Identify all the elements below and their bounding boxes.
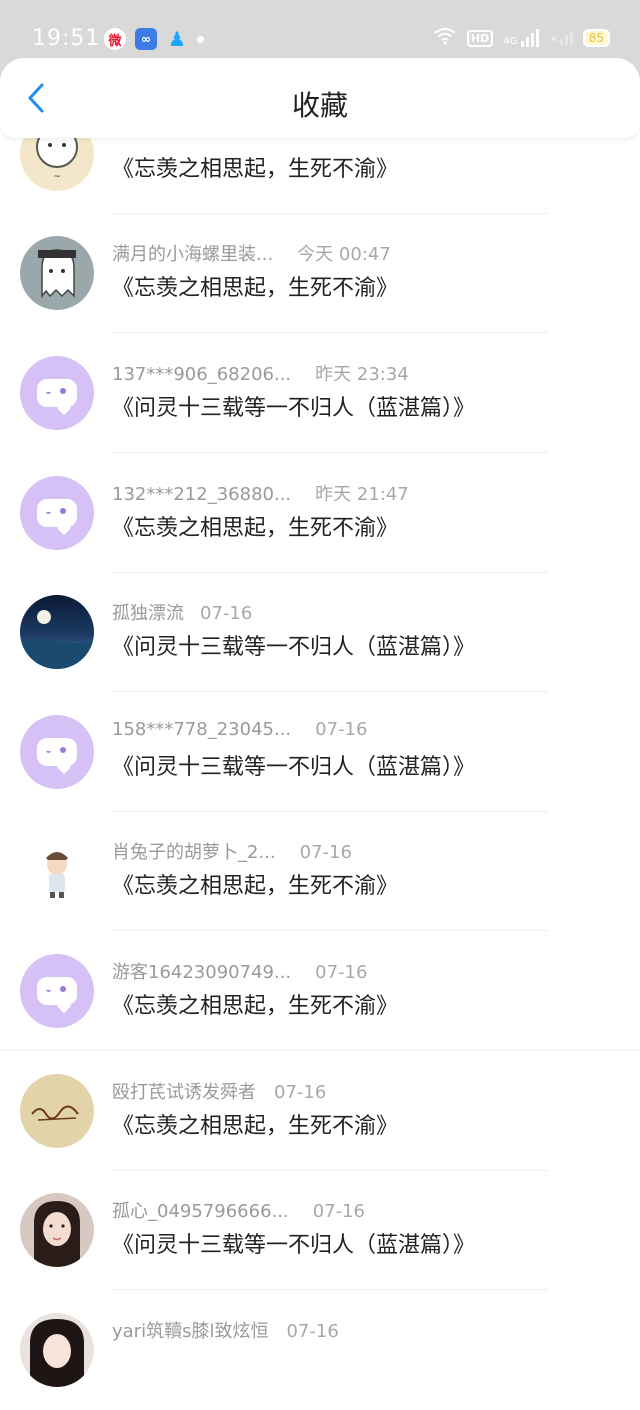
item-title: 《忘羡之相思起，生死不渝》: [112, 1114, 399, 1139]
avatar: [20, 1193, 94, 1267]
list-item[interactable]: 132***212_36880... 昨天 21:47 《忘羡之相思起，生死不渝》: [0, 454, 640, 573]
item-title: 《问灵十三载等一不归人（蓝湛篇）》: [112, 635, 476, 660]
avatar: [20, 834, 94, 908]
item-title: 《忘羡之相思起，生死不渝》: [112, 874, 399, 899]
signal-icon: 4G: [503, 29, 540, 47]
default-avatar-icon: [20, 715, 94, 789]
item-title: 《忘羡之相思起，生死不渝》: [112, 157, 399, 182]
timestamp: 07-16: [315, 719, 368, 740]
divider: [112, 930, 548, 931]
infinity-app-icon: ∞: [135, 28, 157, 50]
list-item[interactable]: 137***906_68206... 昨天 23:34 《问灵十三载等一不归人（蓝…: [0, 334, 640, 453]
avatar: [20, 595, 94, 669]
username: 肖兔子的胡萝卜_2...: [112, 842, 276, 863]
qq-icon: ♟: [168, 27, 186, 51]
list-item[interactable]: 孤独漂流 07-16 《问灵十三载等一不归人（蓝湛篇）》: [0, 573, 640, 692]
item-title: 《忘羡之相思起，生死不渝》: [112, 516, 399, 541]
timestamp: 07-16: [299, 842, 352, 863]
list-item[interactable]: 游客16423090749... 07-16 《忘羡之相思起，生死不渝》: [0, 932, 640, 1051]
list-item[interactable]: 肖兔子的胡萝卜_2... 07-16 《忘羡之相思起，生死不渝》: [0, 812, 640, 931]
username: 132***212_36880...: [112, 484, 292, 505]
wifi-icon: [433, 27, 457, 49]
timestamp: 07-16: [312, 1201, 365, 1222]
timestamp: 昨天 21:47: [315, 484, 409, 505]
weibo-icon: 微: [104, 28, 126, 50]
username: 137***906_68206...: [112, 364, 292, 385]
username: 殴打芪试诱发舜者: [112, 1082, 256, 1103]
item-title: 《问灵十三载等一不归人（蓝湛篇）》: [112, 396, 476, 421]
username: 孤独漂流: [112, 603, 184, 624]
timestamp: 07-16: [200, 603, 253, 624]
hd-badge: HD: [466, 29, 494, 47]
divider: [112, 1289, 548, 1290]
item-title: 《忘羡之相思起，生死不渝》: [112, 994, 399, 1019]
item-title: 《忘羡之相思起，生死不渝》: [112, 276, 399, 301]
username: 满月的小海螺里装...: [112, 244, 274, 265]
avatar: [20, 1313, 94, 1387]
notification-icons: 微 ∞ ♟: [104, 27, 204, 51]
item-title: 《问灵十三载等一不归人（蓝湛篇）》: [112, 755, 476, 780]
default-avatar-icon: [20, 476, 94, 550]
username: 游客16423090749...: [112, 962, 292, 983]
favorites-list: ~ 《忘羡之相思起，生死不渝》 满月的小海螺里装... 今天 00:47 《忘羡之…: [0, 0, 640, 1387]
avatar: [20, 236, 94, 310]
username: 158***778_23045...: [112, 719, 292, 740]
more-notifications-dot: [197, 35, 204, 43]
list-item[interactable]: 满月的小海螺里装... 今天 00:47 《忘羡之相思起，生死不渝》: [0, 214, 640, 333]
list-item[interactable]: 孤心_0495796666... 07-16 《问灵十三载等一不归人（蓝湛篇）》: [0, 1171, 640, 1290]
signal-2-icon: ×: [549, 31, 573, 45]
avatar: [20, 1074, 94, 1148]
default-avatar-icon: [20, 356, 94, 430]
username: 孤心_0495796666...: [112, 1201, 289, 1222]
divider: [112, 452, 548, 453]
item-title: 《问灵十三载等一不归人（蓝湛篇）》: [112, 1233, 476, 1258]
divider: [112, 691, 548, 692]
default-avatar-icon: [20, 954, 94, 1028]
divider: [112, 332, 548, 333]
list-item[interactable]: 158***778_23045... 07-16 《问灵十三载等一不归人（蓝湛篇）…: [0, 693, 640, 812]
timestamp: 07-16: [286, 1321, 339, 1342]
timestamp: 07-16: [315, 962, 368, 983]
timestamp: 07-16: [274, 1082, 327, 1103]
timestamp: 今天 00:47: [297, 244, 391, 265]
system-icons: HD 4G × 85: [433, 27, 610, 49]
timestamp: 昨天 23:34: [315, 364, 409, 385]
nav-header: 收藏: [0, 58, 640, 138]
divider: [0, 1050, 640, 1051]
battery-icon: 85: [582, 29, 610, 47]
svg-text:~: ~: [53, 172, 61, 182]
page-title: 收藏: [291, 89, 348, 122]
username: yari筑韇s膝l致炫恒: [112, 1321, 269, 1342]
list-item[interactable]: 殴打芪试诱发舜者 07-16 《忘羡之相思起，生死不渝》: [0, 1052, 640, 1171]
status-time: 19:51: [32, 26, 101, 51]
